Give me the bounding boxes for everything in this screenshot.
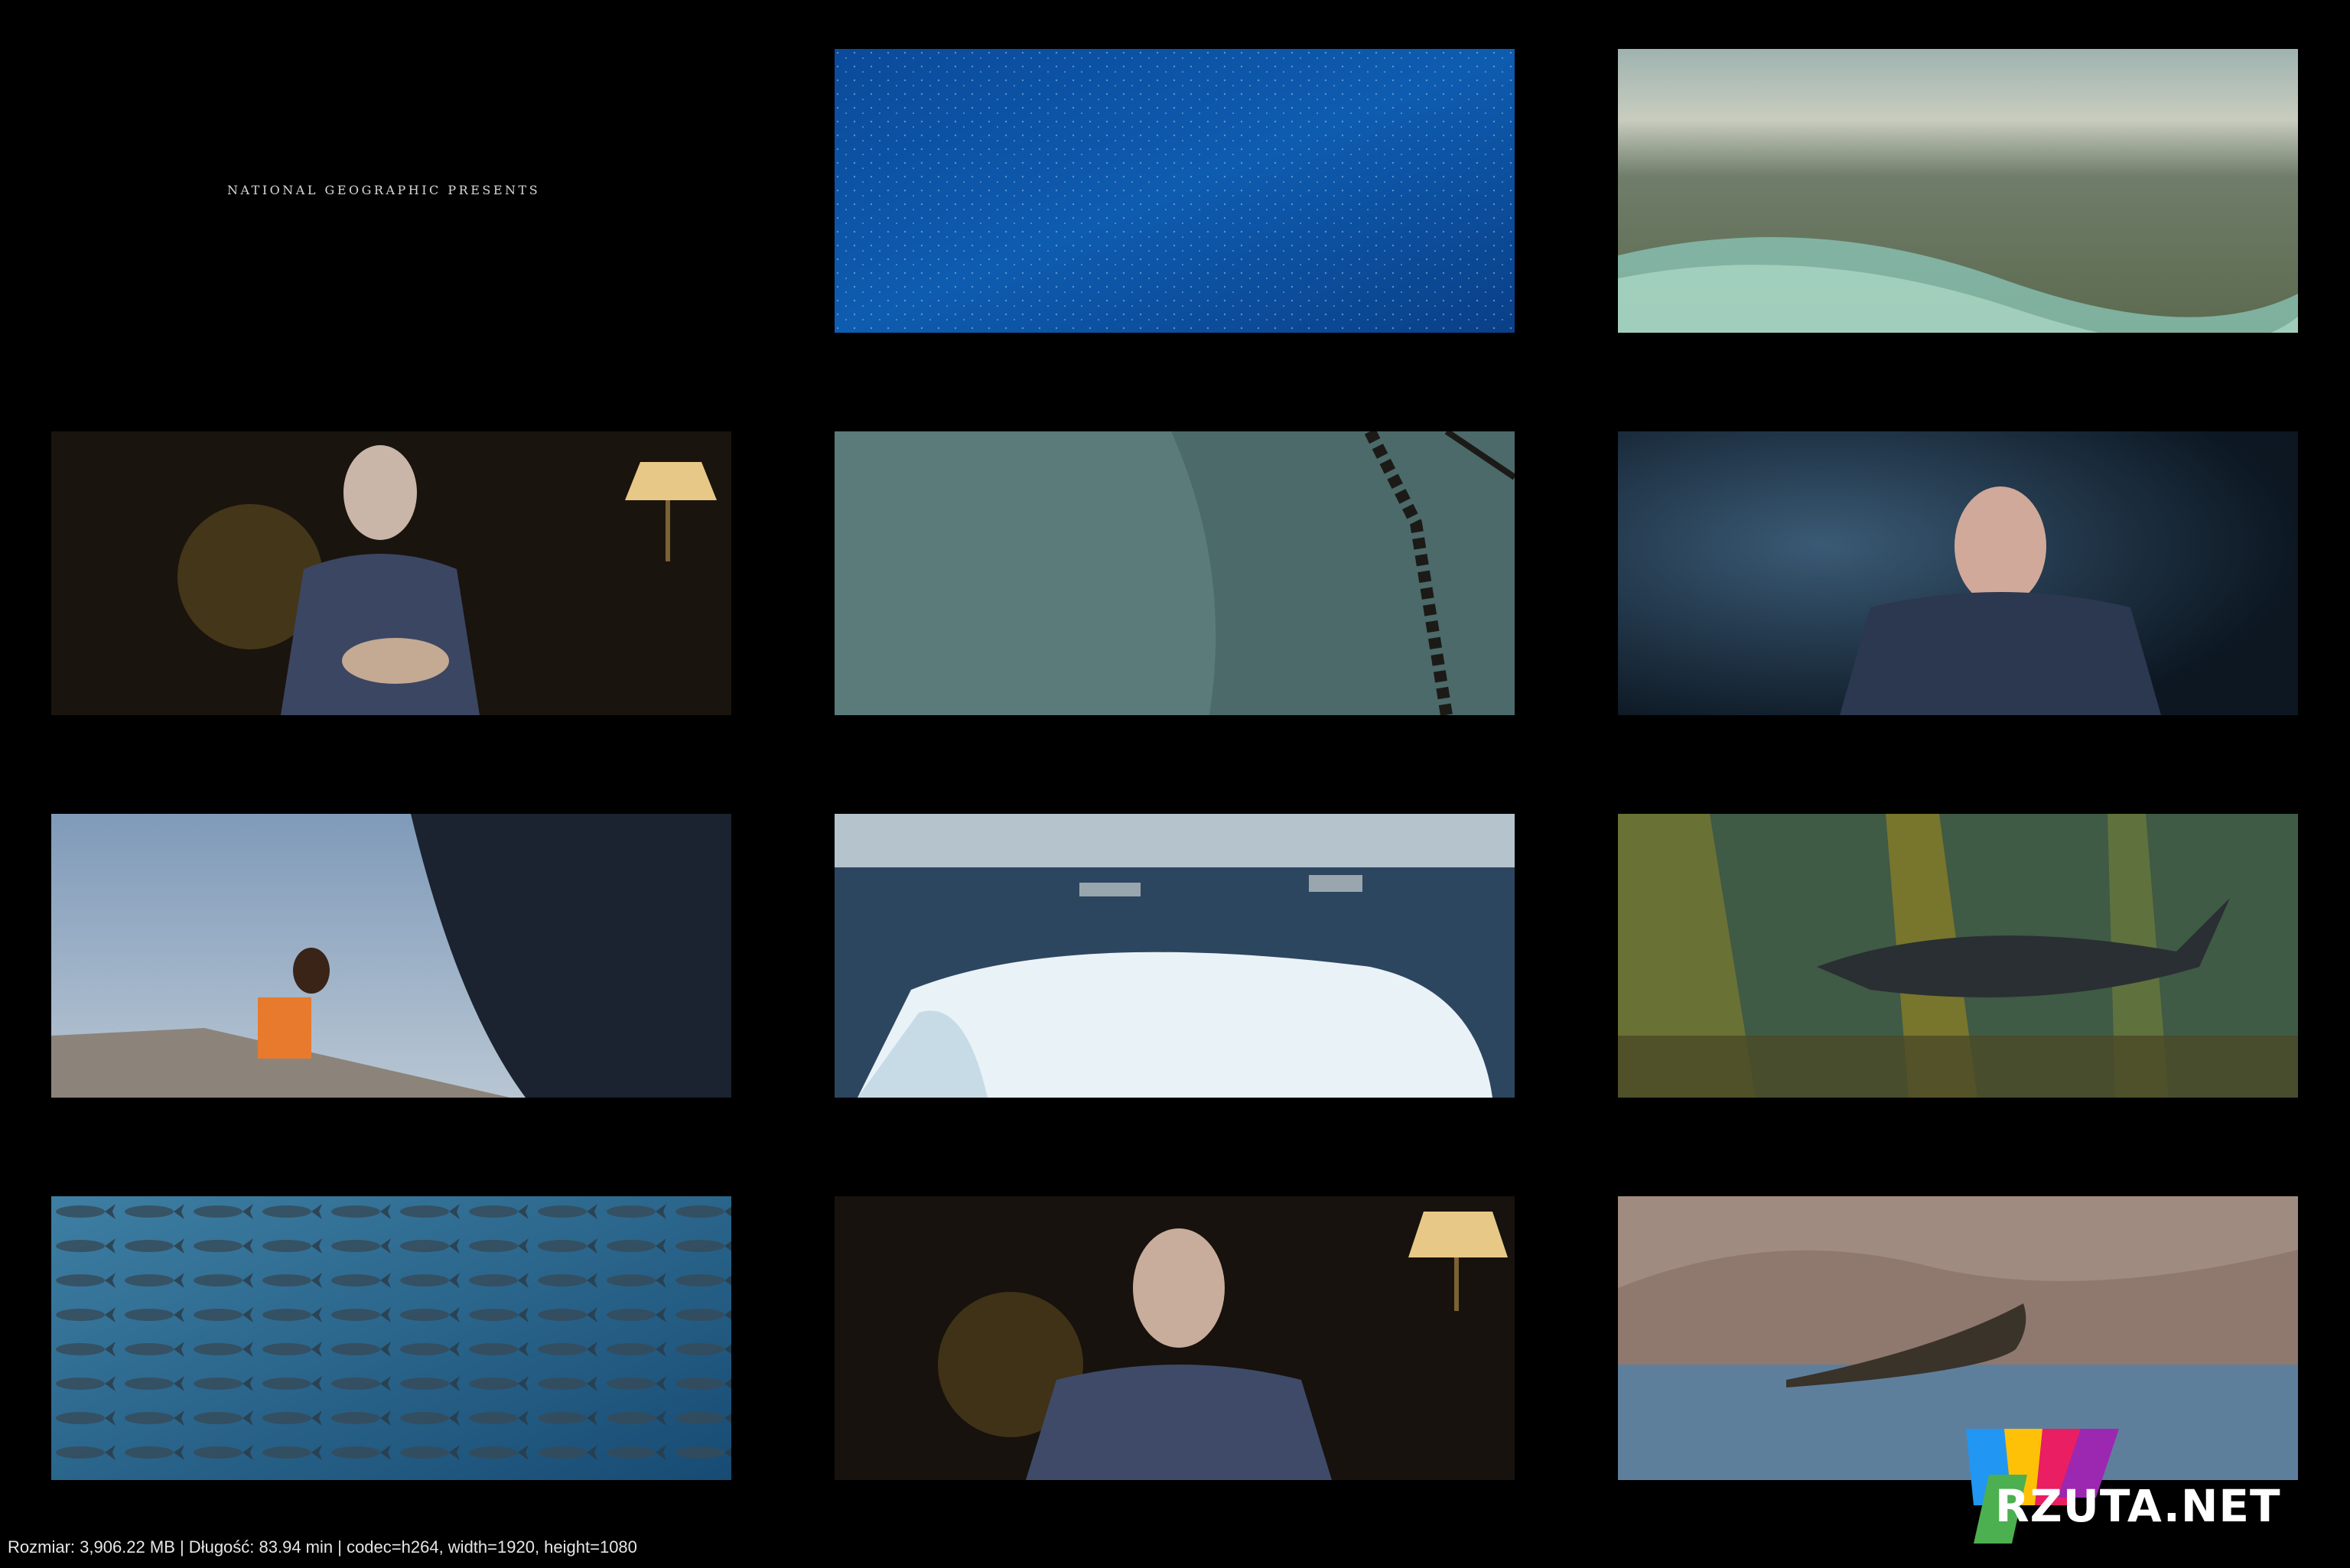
title-card-text: NATIONAL GEOGRAPHIC PRESENTS <box>227 183 541 197</box>
title-card-thumbnail: NATIONAL GEOGRAPHIC PRESENTS <box>51 49 731 333</box>
thumbnail-shallow-reef <box>1618 49 2298 333</box>
thumbnail-open-ocean <box>835 49 1515 333</box>
thumbnail-kelp-forest-shark <box>1618 814 2298 1098</box>
thumbnail-narrator-dark-blue <box>1618 431 2298 715</box>
thumbnail-tuna-school <box>51 1196 731 1480</box>
thumbnail-narrator-study-lamp <box>835 1196 1515 1480</box>
thumbnail-narrator-study-globe <box>51 431 731 715</box>
thumbnail-iceberg-penguins <box>835 814 1515 1098</box>
file-info-footer: Rozmiar: 3,906.22 MB | Długość: 83.94 mi… <box>8 1537 637 1557</box>
thumbnail-fisherman-boat <box>51 814 731 1098</box>
thumbnail-seabed-trawl <box>835 431 1515 715</box>
watermark-text: RZUTA.NET <box>1995 1480 2281 1532</box>
